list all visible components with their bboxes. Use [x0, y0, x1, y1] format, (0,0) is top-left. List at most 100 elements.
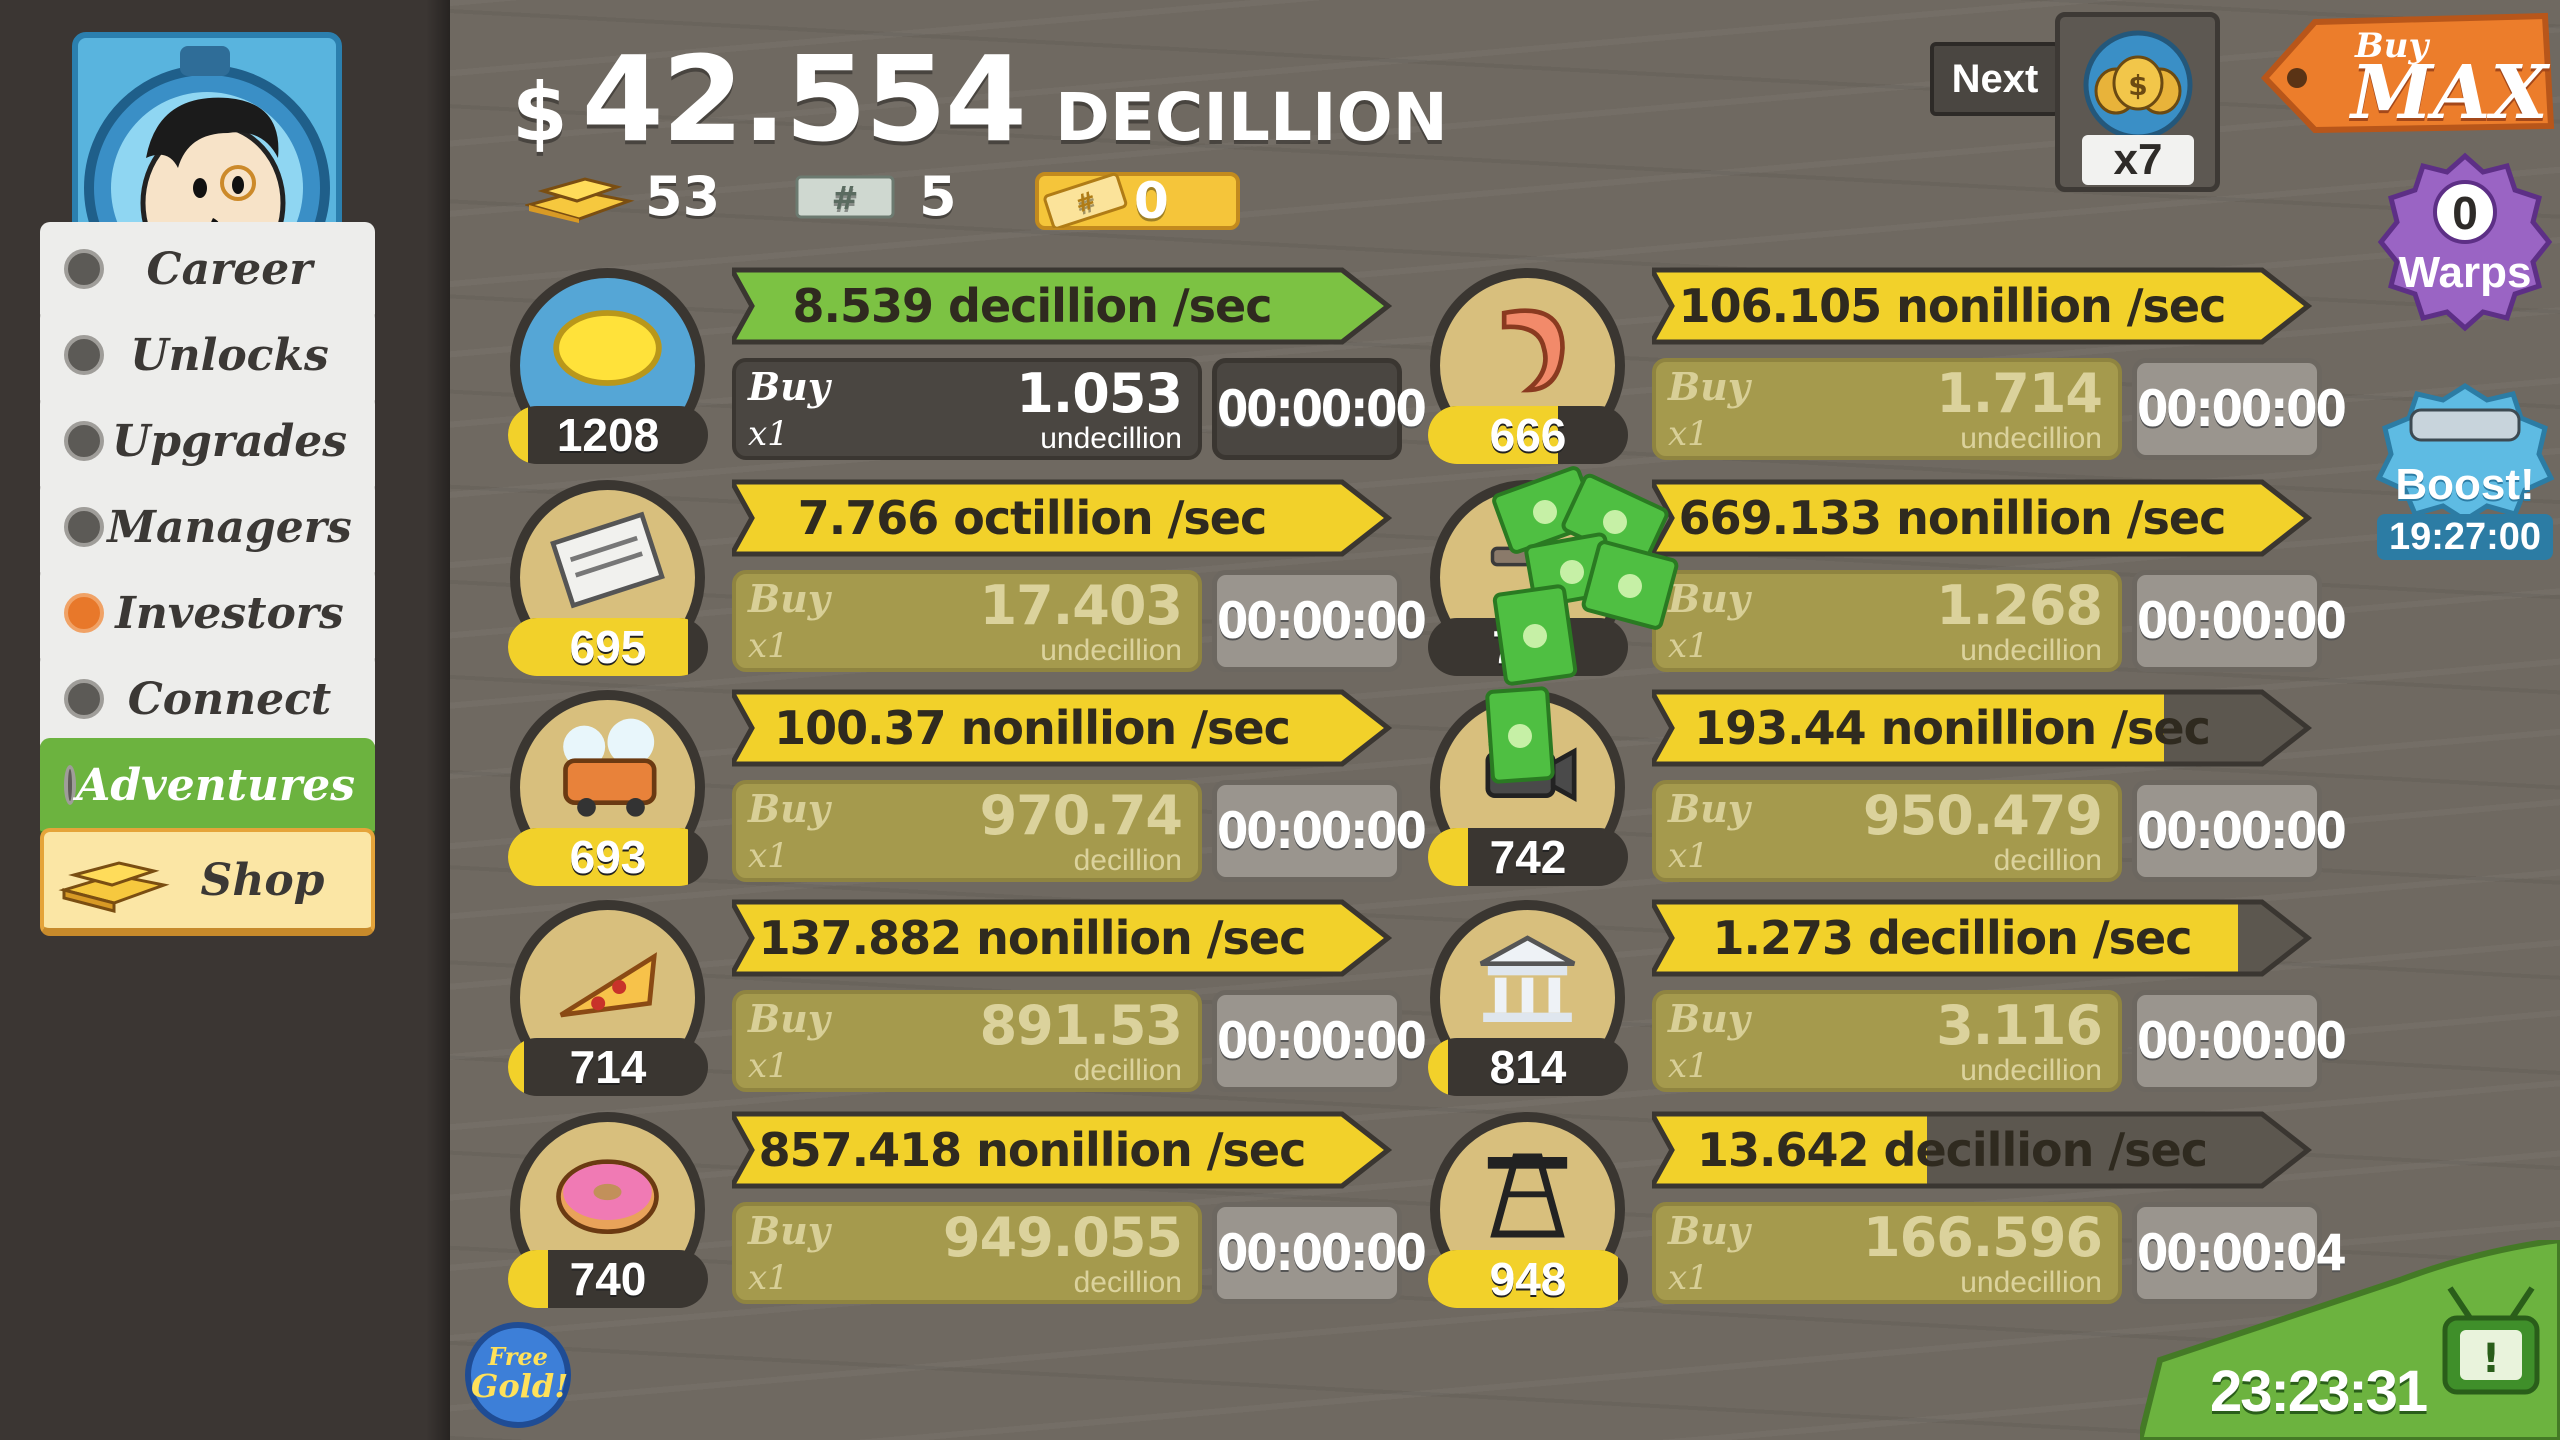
buy-button[interactable]: Buy x1 949.055 decillion [732, 1202, 1202, 1304]
notification-dot [64, 593, 104, 633]
business-count-value: 695 [569, 621, 647, 673]
shop-button[interactable]: Shop [40, 828, 375, 936]
multiplier-badge[interactable]: $ x7 [2055, 12, 2220, 192]
business-count-value: 666 [1489, 409, 1567, 461]
ticket-icon: # [1043, 172, 1128, 228]
buy-button[interactable]: Buy x1 1.268 undecillion [1652, 570, 2122, 672]
buy-word: Buy [748, 576, 830, 621]
business-count: 814 [1428, 1038, 1628, 1096]
revenue-progress-bar[interactable]: 193.44 nonillion /sec [1652, 688, 2312, 768]
status-dot [64, 679, 104, 719]
buy-quantity: x1 [1668, 1046, 1709, 1086]
buy-price-unit: decillion [1073, 1266, 1182, 1299]
buy-price: 949.055 [943, 1206, 1183, 1269]
connect-label: Connect [127, 673, 332, 725]
money-bags-icon: $ [2083, 30, 2193, 135]
megabucks-bill-icon: # [795, 175, 895, 218]
revenue-progress-bar[interactable]: 106.105 nonillion /sec [1652, 266, 2312, 346]
buy-price: 166.596 [1863, 1206, 2103, 1269]
warps-badge[interactable]: 0 Warps [2375, 150, 2555, 340]
status-dot [64, 335, 104, 375]
buy-max-button[interactable]: Buy MAX [2255, 8, 2555, 138]
buy-price-unit: decillion [1073, 1054, 1182, 1087]
revenue-progress-bar[interactable]: 1.273 decillion /sec [1652, 898, 2312, 978]
revenue-rate-label: 13.642 decillion /sec [1697, 1123, 2208, 1177]
buy-button[interactable]: Buy x1 17.403 undecillion [732, 570, 1202, 672]
tickets-stat[interactable]: # 0 [1035, 172, 1240, 230]
business-timer: 00:00:00 [2132, 570, 2347, 672]
revenue-progress-bar[interactable]: 669.133 nonillion /sec [1652, 478, 2312, 558]
business-timer: 00:00:00 [2132, 780, 2347, 882]
business-timer: 00:00:00 [1212, 1202, 1427, 1304]
status-dot [64, 421, 104, 461]
boost-label: Boost! [2395, 460, 2535, 509]
upgrades-label: Upgrades [111, 415, 348, 467]
revenue-progress-bar[interactable]: 857.418 nonillion /sec [732, 1110, 1392, 1190]
buy-button[interactable]: Buy x1 3.116 undecillion [1652, 990, 2122, 1092]
gold-stat: 53 [525, 165, 720, 228]
buy-word: Buy [1668, 1208, 1750, 1253]
business-count-value: 740 [569, 1253, 647, 1305]
boost-badge[interactable]: Boost! 19:27:00 [2375, 382, 2555, 562]
business-count-value: 1208 [556, 409, 660, 461]
buy-quantity: x1 [748, 1046, 789, 1086]
business-count: 693 [508, 828, 708, 886]
business-count-value: 714 [569, 1041, 647, 1093]
buy-price-unit: decillion [1993, 844, 2102, 877]
buy-word: Buy [1668, 364, 1750, 409]
revenue-rate-label: 106.105 nonillion /sec [1678, 279, 2227, 333]
free-gold-button[interactable]: Free Gold! [465, 1322, 571, 1428]
buy-button[interactable]: Buy x1 166.596 undecillion [1652, 1202, 2122, 1304]
donut-icon [556, 1159, 659, 1234]
business-count-value: 948 [1489, 1253, 1567, 1305]
revenue-progress-bar[interactable]: 137.882 nonillion /sec [732, 898, 1392, 978]
free-gold-line2: Gold! [471, 1367, 569, 1405]
business-count: 666 [1428, 406, 1628, 464]
business-count: 714 [508, 1038, 708, 1096]
buy-button[interactable]: Buy x1 891.53 decillion [732, 990, 1202, 1092]
buy-button[interactable]: Buy x1 1.714 undecillion [1652, 358, 2122, 460]
business-count-value: 814 [1489, 1041, 1567, 1093]
svg-text:#: # [832, 179, 859, 217]
revenue-progress-bar[interactable]: 7.766 octillion /sec [732, 478, 1392, 558]
business-timer: 00:00:04 [2132, 1202, 2347, 1304]
buy-button[interactable]: Buy x1 950.479 decillion [1652, 780, 2122, 882]
warps-gear-icon [2377, 152, 2553, 332]
next-button[interactable]: Next [1930, 42, 2060, 116]
megabucks-stat: # 5 [795, 165, 957, 228]
business-timer: 00:00:00 [1212, 570, 1427, 672]
gold-count: 53 [645, 165, 721, 228]
adventures-button[interactable]: Adventures [40, 738, 375, 840]
revenue-progress-bar[interactable]: 13.642 decillion /sec [1652, 1110, 2312, 1190]
revenue-rate-label: 137.882 nonillion /sec [758, 911, 1307, 965]
boost-timer: 19:27:00 [2377, 514, 2553, 560]
revenue-progress-bar[interactable]: 8.539 decillion /sec [732, 266, 1392, 346]
revenue-progress-bar[interactable]: 100.37 nonillion /sec [732, 688, 1392, 768]
next-label: Next [1951, 57, 2039, 101]
buy-price: 950.479 [1863, 784, 2103, 847]
revenue-rate-label: 8.539 decillion /sec [792, 279, 1273, 333]
buy-price-unit: undecillion [1040, 634, 1182, 667]
revenue-rate-label: 1.273 decillion /sec [1712, 911, 2193, 965]
money-display: $ 42.554 DECILLION [512, 30, 1448, 168]
buy-price: 970.74 [979, 784, 1183, 847]
buy-quantity: x1 [748, 626, 789, 666]
buy-price-unit: undecillion [1040, 422, 1182, 455]
buy-price-unit: undecillion [1960, 634, 2102, 667]
business-count: 948 [1428, 1250, 1628, 1308]
buy-quantity: x1 [1668, 414, 1709, 454]
shrimp-icon [1501, 308, 1565, 393]
sidebar: Career Unlocks Upgrades Managers Investo… [0, 0, 450, 1440]
buy-quantity: x1 [748, 836, 789, 876]
buy-button[interactable]: Buy x1 1.053 undecillion [732, 358, 1202, 460]
warps-label: Warps [2398, 248, 2532, 297]
car-wash-icon [563, 718, 657, 817]
gold-bars-icon [525, 176, 635, 223]
multiplier-value: x7 [2082, 135, 2194, 185]
svg-text:$: $ [2128, 69, 2147, 102]
buy-price-unit: undecillion [1960, 422, 2102, 455]
newspaper-icon [550, 511, 665, 609]
buy-button[interactable]: Buy x1 970.74 decillion [732, 780, 1202, 882]
business-timer: 00:00:00 [2132, 990, 2347, 1092]
adventures-label: Adventures [76, 759, 355, 811]
